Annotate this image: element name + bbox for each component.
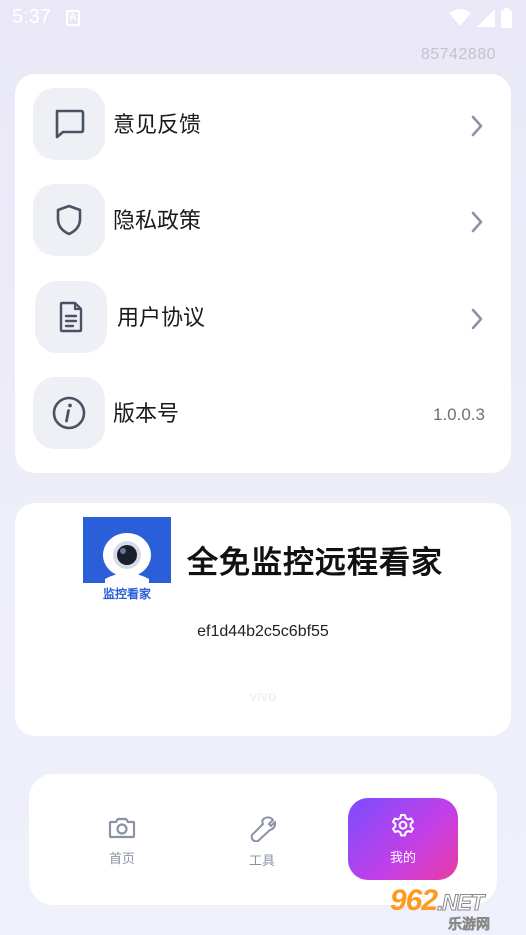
camera-icon [108, 817, 136, 838]
app-name: 全免监控远程看家 [187, 545, 443, 581]
watermark-text: 乐游网 [448, 917, 491, 934]
chevron-right-icon [471, 308, 483, 330]
version-value: 1.0.0.3 [433, 405, 485, 424]
chat-bubble-icon [55, 109, 85, 139]
icon-container [33, 88, 105, 160]
notification-icon: A [66, 10, 80, 26]
user-id: 85742880 [420, 46, 496, 63]
status-bar: 5:37 A [0, 0, 526, 38]
menu-item-label: 用户协议 [117, 306, 206, 331]
signal-icon [477, 9, 495, 27]
app-logo-caption: 监控看家 [102, 587, 151, 601]
brand-label: vivo [249, 688, 277, 705]
menu-item-version: 版本号 1.0.0.3 [15, 365, 511, 451]
wifi-icon [449, 9, 471, 26]
icon-container [33, 184, 105, 256]
info-icon [52, 396, 86, 430]
watermark-suffix: .NET [437, 890, 485, 916]
nav-label: 首页 [108, 851, 135, 867]
nav-label: 我的 [389, 850, 416, 866]
battery-icon [501, 8, 512, 28]
chevron-right-icon [471, 211, 483, 233]
nav-tab-mine[interactable]: 我的 [348, 798, 458, 880]
watermark-logo: 962.NET [390, 884, 485, 918]
nav-tab-home[interactable]: 首页 [67, 800, 177, 882]
menu-item-label: 版本号 [113, 402, 180, 427]
document-icon [59, 301, 83, 333]
status-icons [449, 7, 512, 29]
wrench-icon [250, 815, 276, 842]
device-hash: ef1d44b2c5c6bf55 [197, 623, 329, 640]
watermark-number: 962 [390, 884, 438, 917]
site-watermark: 962.NET 乐游网 [390, 884, 522, 934]
menu-item-privacy-policy[interactable]: 隐私政策 [15, 172, 511, 258]
chevron-right-icon [471, 115, 483, 137]
menu-item-user-agreement[interactable]: 用户协议 [15, 269, 511, 355]
icon-container [35, 281, 107, 353]
menu-item-label: 隐私政策 [113, 209, 202, 234]
gear-icon [392, 813, 414, 836]
menu-item-label: 意见反馈 [113, 113, 202, 138]
nav-label: 工具 [248, 853, 275, 869]
icon-container [33, 377, 105, 449]
menu-item-feedback[interactable]: 意见反馈 [15, 76, 511, 162]
shield-icon [56, 204, 82, 236]
app-logo: 监控看家 [83, 517, 171, 605]
app-info-card: 监控看家 全免监控远程看家 ef1d44b2c5c6bf55 vivo [15, 503, 511, 736]
nav-tab-tools[interactable]: 工具 [207, 800, 317, 882]
settings-menu-card: 意见反馈 隐私政策 用户协议 版本号 1.0.0.3 [15, 74, 511, 473]
status-time: 5:37 [12, 6, 51, 28]
